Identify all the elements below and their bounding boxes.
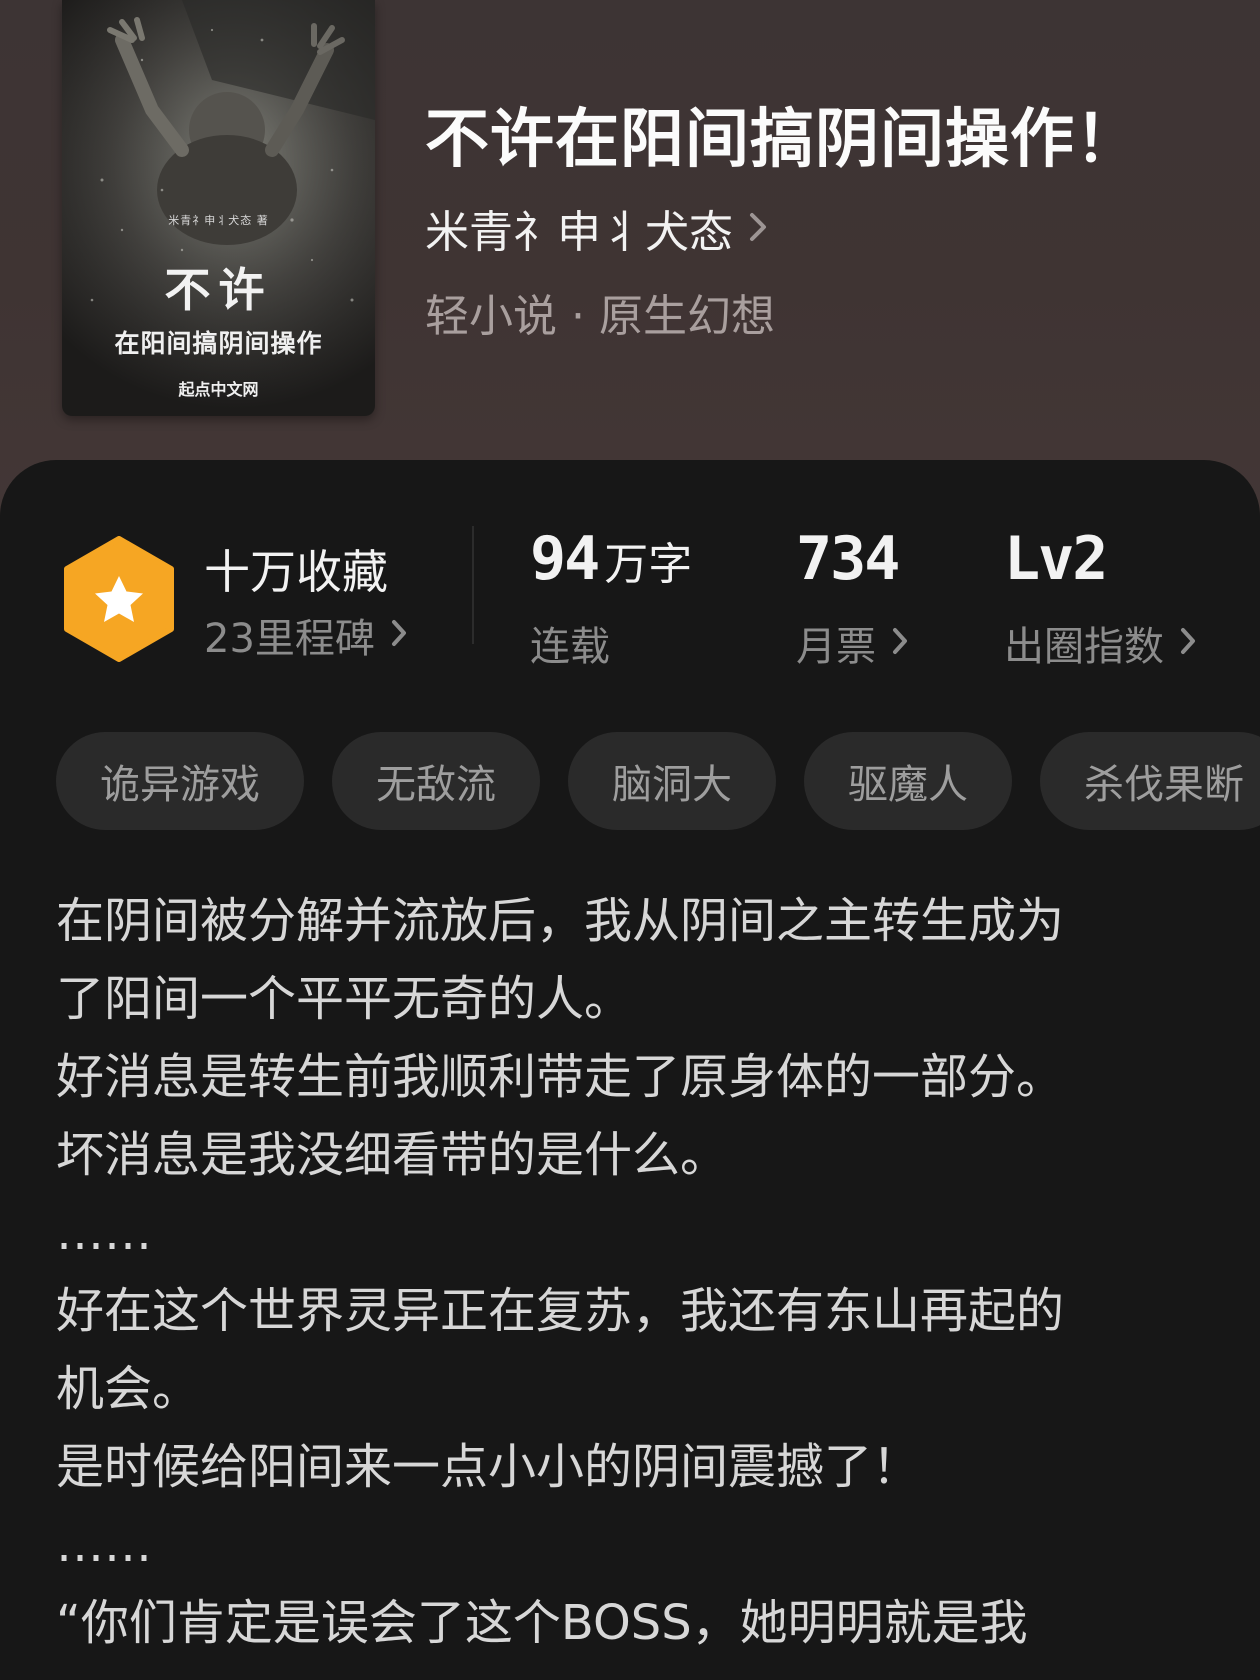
chevron-right-icon	[1178, 620, 1198, 666]
monthly-tickets-number: 734	[796, 524, 900, 594]
cover-subtitle: 在阳间搞阴间操作	[114, 329, 323, 358]
word-count: 94 万字	[530, 524, 692, 594]
word-count-number: 94	[530, 524, 600, 594]
milestone-label: 23里程碑	[204, 616, 375, 662]
collection-title: 十万收藏	[204, 545, 388, 599]
milestone-link[interactable]: 23里程碑	[204, 606, 409, 664]
book-title: 不许在阳间搞阴间操作！	[425, 102, 1140, 177]
synopsis-line: 了阳间一个平平无奇的人。	[56, 971, 633, 1027]
word-count-unit: 万字	[604, 539, 693, 590]
tag-chip[interactable]: 驱魔人	[804, 732, 1012, 830]
popularity-index-label: 出圈指数	[1004, 624, 1164, 670]
popularity-index-link[interactable]: 出圈指数	[1004, 614, 1198, 672]
cover-publisher: 起点中文网	[178, 380, 259, 399]
book-genre: 轻小说 · 原生幻想	[425, 291, 775, 342]
tag-list: 诡异游戏 无敌流 脑洞大 驱魔人 杀伐果断	[56, 732, 1260, 830]
synopsis-line: ……	[56, 1517, 152, 1573]
popularity-index: Lv2	[1004, 524, 1108, 594]
synopsis[interactable]: 在阴间被分解并流放后，我从阴间之主转生成为 了阳间一个平平无奇的人。 好消息是转…	[56, 882, 1236, 1662]
synopsis-line: 坏消息是我没细看带的是什么。	[56, 1127, 729, 1183]
synopsis-line: 是时候给阳间来一点小小的阴间震撼了！	[56, 1439, 921, 1495]
author-name: 米青礻申丬犬态	[425, 207, 733, 258]
popularity-index-level: Lv2	[1004, 524, 1108, 594]
synopsis-line: 好消息是转生前我顺利带走了原身体的一部分。	[56, 1049, 1065, 1105]
synopsis-line: “你们肯定是误会了这个BOSS，她明明就是我	[56, 1595, 1028, 1651]
chevron-right-icon	[389, 612, 409, 658]
tag-chip[interactable]: 杀伐果断	[1040, 732, 1260, 830]
book-cover[interactable]: 米青礻申丬犬态 著 不许 在阳间搞阴间操作 起点中文网	[62, 0, 375, 416]
serial-status: 连载	[530, 624, 610, 670]
tag-chip[interactable]: 无敌流	[332, 732, 540, 830]
monthly-tickets-label: 月票	[796, 624, 876, 670]
synopsis-line: ……	[56, 1205, 152, 1261]
synopsis-line: 在阴间被分解并流放后，我从阴间之主转生成为	[56, 893, 1065, 949]
tag-chip[interactable]: 诡异游戏	[56, 732, 304, 830]
cover-big-title: 不许	[164, 263, 273, 317]
cover-author-line: 米青礻申丬犬态 著	[168, 214, 269, 227]
book-header: 米青礻申丬犬态 著 不许 在阳间搞阴间操作 起点中文网 不许在阳间搞阴间操作！ …	[0, 0, 1260, 520]
star-badge-icon[interactable]	[62, 536, 176, 662]
chevron-right-icon	[747, 203, 769, 254]
synopsis-line: 好在这个世界灵异正在复苏，我还有东山再起的	[56, 1283, 1065, 1339]
synopsis-line: 机会。	[56, 1361, 201, 1417]
stats-divider	[472, 526, 474, 644]
chevron-right-icon	[890, 620, 910, 666]
author-link[interactable]: 米青礻申丬犬态	[425, 196, 769, 260]
tag-chip[interactable]: 脑洞大	[568, 732, 776, 830]
monthly-tickets-link[interactable]: 月票	[796, 614, 910, 672]
monthly-tickets: 734	[796, 524, 900, 594]
